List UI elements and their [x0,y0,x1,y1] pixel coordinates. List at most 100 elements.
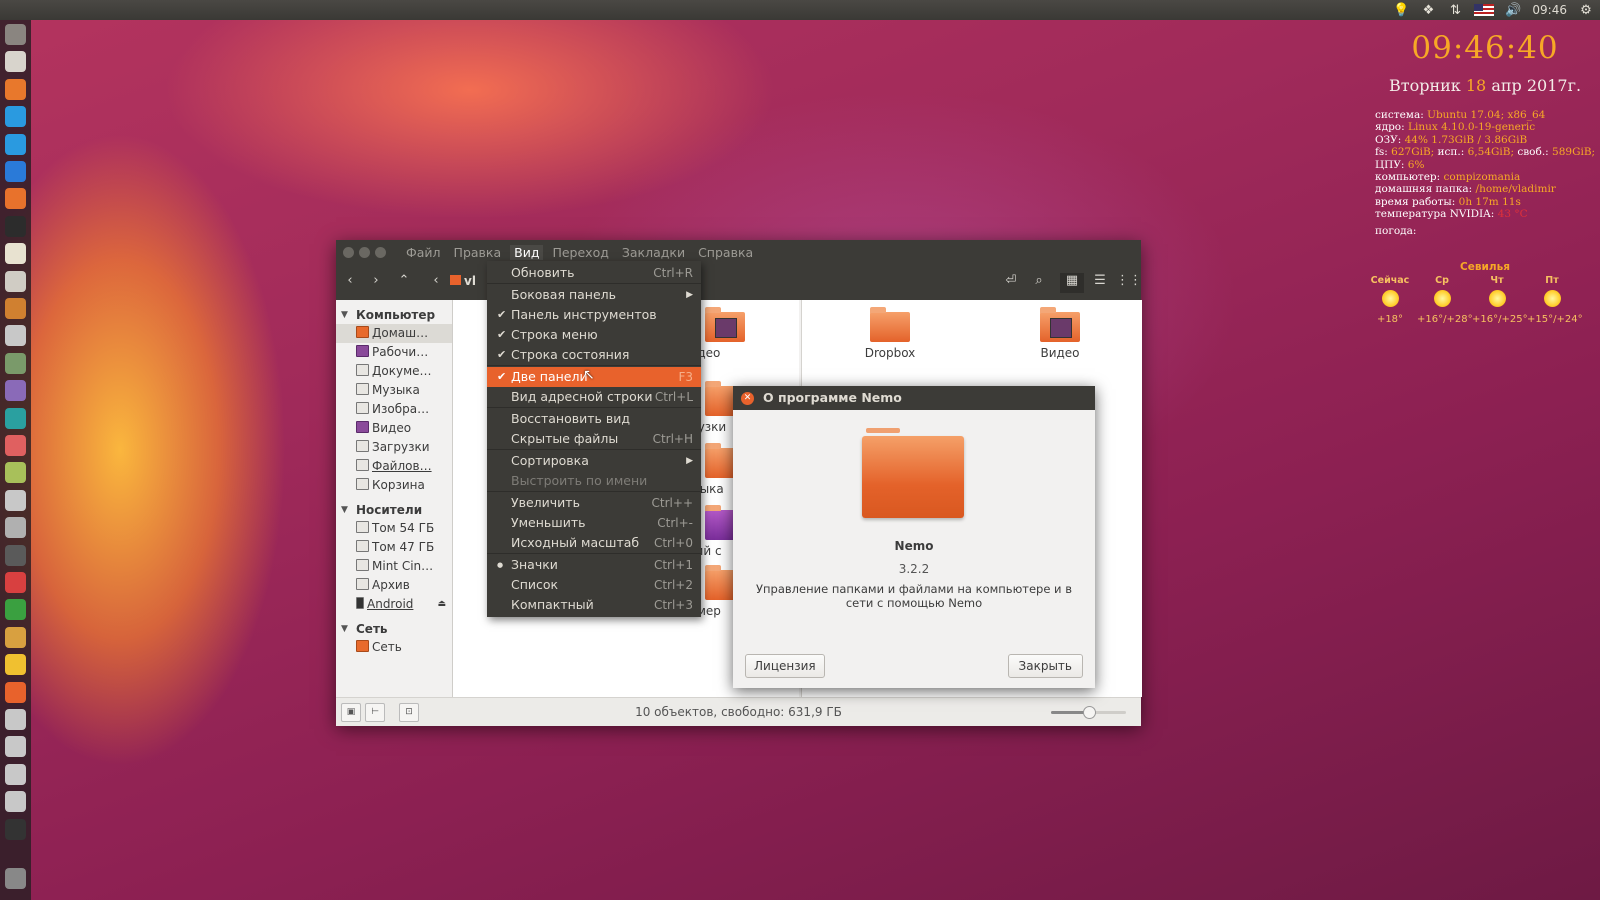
screenshot-icon[interactable] [5,270,26,292]
photos-icon[interactable] [5,352,26,374]
volume-icon[interactable]: 🔊 [1505,3,1521,18]
view-menu-item[interactable]: Восстановить вид [487,409,701,429]
window-minimize-button[interactable] [359,246,370,258]
close-icon[interactable]: ✕ [741,392,754,405]
text-editor-icon[interactable] [5,243,26,265]
sidebar-item-archive[interactable]: Архив [336,576,452,595]
forward-icon[interactable]: › [364,273,388,293]
toggle-location-icon[interactable]: ⏎ [999,273,1023,293]
view-menu-item[interactable]: ✔ Строка состояния [487,345,701,365]
sidebar-item-network[interactable]: Сеть [336,638,452,657]
view-menu-item[interactable]: ● Значки Ctrl+1 [487,555,701,575]
archive-icon[interactable] [5,462,26,484]
sidebar-item-filesystem[interactable]: Файлов… [336,457,452,476]
view-menu-item[interactable]: Сортировка ▶ [487,451,701,471]
checkmark-icon: ✔ [497,348,507,361]
store-icon[interactable] [5,626,26,648]
menu-go[interactable]: Переход [548,245,612,260]
menu-bookmarks[interactable]: Закладки [618,245,689,260]
sidebar-item-home[interactable]: Домаш… [336,324,452,343]
firefox-icon[interactable] [5,78,26,100]
view-menu-item[interactable]: Исходный масштаб Ctrl+0 [487,533,701,553]
skype-alt-icon[interactable] [5,133,26,155]
drive-icon[interactable] [5,736,26,758]
sidebar-section-devices[interactable]: Носители [336,501,452,519]
sidebar-item-downloads[interactable]: Загрузки [336,438,452,457]
view-menu-item[interactable]: Увеличить Ctrl++ [487,493,701,513]
up-icon[interactable]: ⌃ [392,273,416,293]
icon-view-icon[interactable]: ▦ [1060,273,1084,293]
path-button[interactable]: vl [450,274,476,288]
terminal-icon[interactable] [5,215,26,237]
menu-help[interactable]: Справка [694,245,757,260]
sidebar-item-volume-47[interactable]: Том 47 ГБ [336,538,452,557]
view-menu-item[interactable]: Вид адресной строки Ctrl+L [487,387,701,407]
panel-clock[interactable]: 09:46 [1532,3,1567,17]
skype-icon[interactable] [5,106,26,128]
trash-icon[interactable] [5,868,26,889]
list-view-icon[interactable]: ☰ [1088,273,1112,293]
software-center-icon[interactable] [5,188,26,210]
recorder-icon[interactable] [5,489,26,511]
window-maximize-button[interactable] [375,246,386,258]
phone-icon[interactable] [5,818,26,840]
drive-icon[interactable] [5,763,26,785]
sidebar-item-videos[interactable]: Видео [336,419,452,438]
back-icon[interactable]: ‹ [338,273,362,293]
window-close-button[interactable] [343,246,354,258]
video-icon[interactable] [5,544,26,566]
gear-icon[interactable]: ⚙ [1578,3,1594,18]
us-flag-icon[interactable] [1474,4,1495,16]
emoji-icon[interactable] [5,654,26,676]
sidebar-item-trash[interactable]: Корзина [336,476,452,495]
path-left-icon[interactable]: ‹ [424,273,448,293]
zoom-slider-handle[interactable] [1082,706,1096,719]
sidebar-item-android[interactable]: Android ⏏ [336,595,452,614]
view-menu-item[interactable]: Список Ctrl+2 [487,575,701,595]
search-icon[interactable]: ⌕ [1027,273,1051,293]
network-arrows-icon[interactable]: ⇅ [1447,3,1463,18]
media-icon[interactable] [5,435,26,456]
close-button[interactable]: Закрыть [1007,654,1083,678]
zoom-slider[interactable] [1051,706,1126,719]
sidebar-item-desktop[interactable]: Рабочи… [336,343,452,362]
view-menu-item[interactable]: ✔ Панель инструментов [487,305,701,325]
files-icon[interactable] [5,51,26,73]
system-icon[interactable] [5,298,26,319]
eject-icon[interactable]: ⏏ [437,595,446,614]
sys-line: ядро: Linux 4.10.0-19-generic [1375,121,1536,134]
sidebar-section-network[interactable]: Сеть [336,620,452,638]
sidebar-item-music[interactable]: Музыка [336,381,452,400]
license-button[interactable]: Лицензия [745,654,825,678]
sidebar-item-pictures[interactable]: Изобра… [336,400,452,419]
folder-dropbox[interactable]: Dropbox [850,300,930,360]
view-menu-item[interactable]: Компактный Ctrl+3 [487,595,701,615]
calendar-icon[interactable] [5,572,26,593]
drive-icon[interactable] [5,791,26,813]
sidebar-section-computer[interactable]: Компьютер [336,306,452,324]
power-icon[interactable] [5,24,26,45]
sidebar-item-volume-54[interactable]: Том 54 ГБ [336,519,452,538]
menu-file[interactable]: Файл [402,245,445,260]
drive-icon[interactable] [5,709,26,730]
view-menu-item[interactable]: Обновить Ctrl+R [487,263,701,283]
menu-view[interactable]: Вид [510,244,544,260]
view-menu-item[interactable]: ✔ Строка меню [487,325,701,345]
dropbox-icon[interactable]: ❖ [1420,3,1436,18]
settings-icon[interactable] [5,325,26,347]
folder-videos[interactable]: Видео [1020,300,1100,360]
sync-icon[interactable] [5,407,26,429]
dropbox-icon[interactable] [5,161,26,182]
menu-edit[interactable]: Правка [450,245,506,260]
sidebar-item-mint[interactable]: Mint Cin… [336,557,452,576]
lightbulb-icon[interactable]: 💡 [1393,3,1409,18]
sidebar-item-documents[interactable]: Докуме… [336,362,452,381]
folder-icon[interactable] [5,681,26,703]
view-menu-item[interactable]: Уменьшить Ctrl+- [487,513,701,533]
view-menu-item[interactable]: Скрытые файлы Ctrl+H [487,429,701,449]
view-menu-item[interactable]: Боковая панель ▶ [487,285,701,305]
compact-view-icon[interactable]: ⋮⋮ [1116,273,1142,293]
back-icon[interactable] [5,380,26,402]
browser-icon[interactable] [5,599,26,621]
monitor-icon[interactable] [5,517,26,539]
